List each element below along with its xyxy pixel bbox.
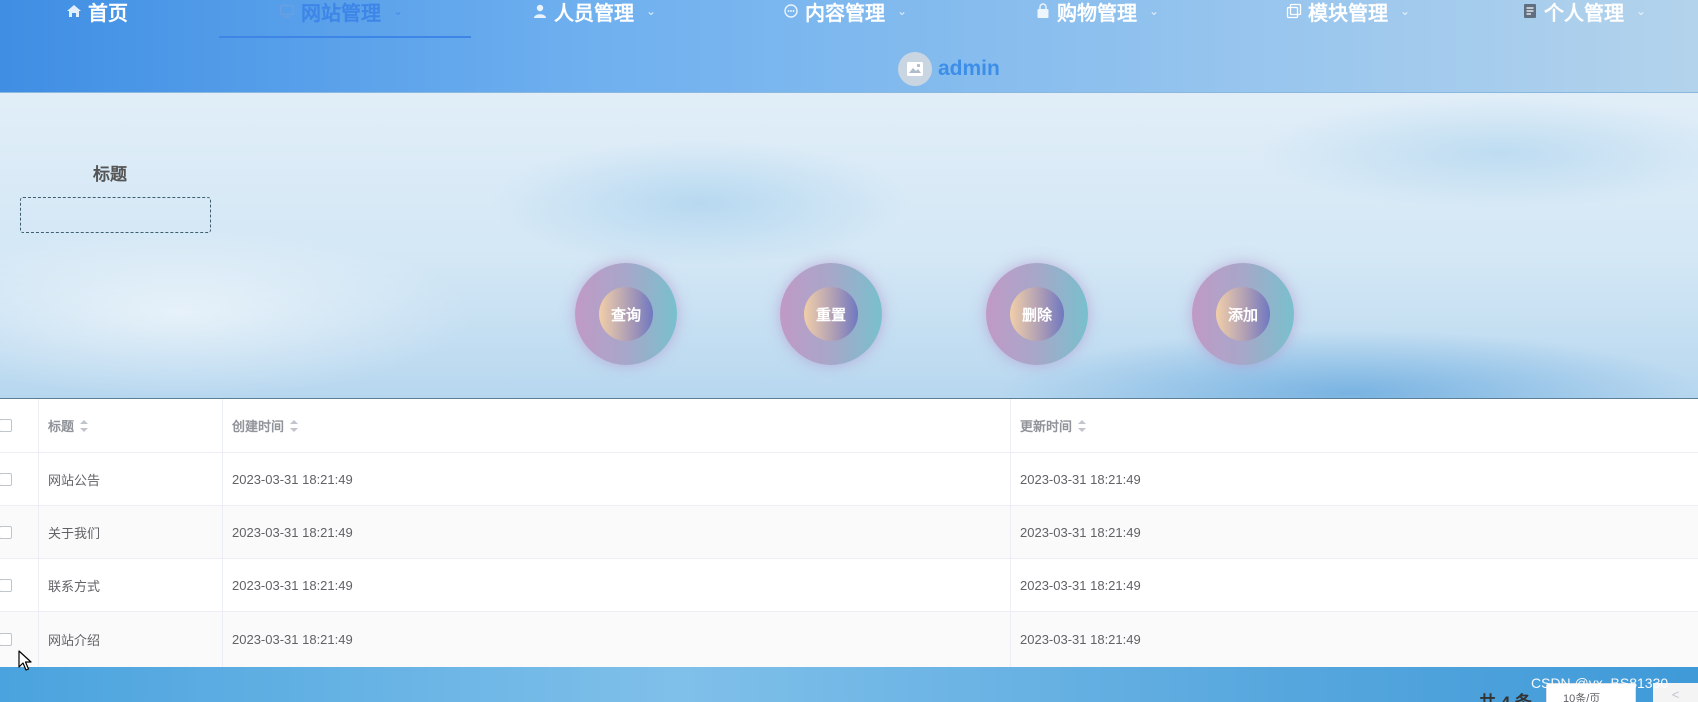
column-header-label: 标题 bbox=[48, 419, 75, 434]
query-button[interactable]: 查询 bbox=[575, 263, 677, 365]
watermark: CSDN @vx_BS81330 bbox=[1531, 675, 1669, 691]
row-checkbox[interactable] bbox=[0, 633, 12, 646]
pagination-bar bbox=[0, 667, 1698, 702]
cell-updated: 2023-03-31 18:21:49 bbox=[1020, 577, 1141, 593]
pagination-total: 共 4 条 bbox=[1479, 688, 1532, 702]
sort-icon[interactable] bbox=[1078, 419, 1087, 432]
cell-updated: 2023-03-31 18:21:49 bbox=[1020, 524, 1141, 540]
table-row[interactable]: 关于我们 2023-03-31 18:21:49 2023-03-31 18:2… bbox=[0, 506, 1698, 559]
add-button-label: 添加 bbox=[1216, 287, 1270, 341]
cell-title: 网站介绍 bbox=[39, 612, 223, 667]
delete-button[interactable]: 删除 bbox=[986, 263, 1088, 365]
mouse-cursor-icon bbox=[18, 650, 32, 671]
top-navbar: 首页 网站管理 ⌄ 人员管理 ⌄ 内容管理 ⌄ 购物管理 ⌄ 模块管理 ⌄ 个人… bbox=[0, 0, 1698, 93]
cell-title: 网站公告 bbox=[39, 453, 223, 505]
monitor-icon bbox=[279, 4, 295, 18]
reset-button[interactable]: 重置 bbox=[780, 263, 882, 365]
cell-updated: 2023-03-31 18:21:49 bbox=[1020, 471, 1141, 487]
user-name: admin bbox=[938, 57, 1000, 80]
document-icon bbox=[1524, 4, 1536, 18]
column-header-title[interactable]: 标题 bbox=[39, 399, 223, 452]
data-table: 标题 创建时间 更新时间 网站公告 2023-03-31 18:21:49 20… bbox=[0, 399, 1698, 667]
user-icon bbox=[534, 4, 546, 18]
table-row[interactable]: 联系方式 2023-03-31 18:21:49 2023-03-31 18:2… bbox=[0, 559, 1698, 612]
cell-title: 联系方式 bbox=[39, 559, 223, 611]
query-button-label: 查询 bbox=[599, 287, 653, 341]
select-cell bbox=[0, 453, 39, 505]
row-checkbox[interactable] bbox=[0, 525, 12, 539]
active-tab-underline bbox=[219, 36, 471, 38]
chevron-down-icon: ⌄ bbox=[1149, 4, 1160, 18]
bag-icon bbox=[1037, 3, 1049, 18]
nav-label: 个人管理 bbox=[1544, 2, 1624, 25]
cell-created: 2023-03-31 18:21:49 bbox=[223, 559, 1011, 611]
nav-label: 内容管理 bbox=[805, 2, 885, 25]
chat-icon bbox=[784, 4, 798, 18]
cell-created: 2023-03-31 18:21:49 bbox=[223, 453, 1011, 505]
image-icon bbox=[907, 62, 923, 76]
user-menu[interactable]: admin bbox=[898, 50, 1000, 88]
delete-button-label: 删除 bbox=[1010, 287, 1064, 341]
nav-item-shopping[interactable]: 购物管理 ⌄ bbox=[1035, 0, 1159, 25]
avatar bbox=[898, 52, 932, 86]
select-all-cell bbox=[0, 399, 39, 452]
cell-created: 2023-03-31 18:21:49 bbox=[223, 612, 1011, 667]
nav-label: 购物管理 bbox=[1057, 2, 1137, 25]
chevron-down-icon: ⌄ bbox=[1400, 4, 1411, 18]
table-row[interactable]: 网站介绍 2023-03-31 18:21:49 2023-03-31 18:2… bbox=[0, 612, 1698, 667]
sort-icon[interactable] bbox=[80, 419, 89, 432]
title-field-label: 标题 bbox=[93, 165, 127, 184]
select-cell bbox=[0, 559, 39, 611]
cell-created: 2023-03-31 18:21:49 bbox=[223, 506, 1011, 558]
select-all-checkbox[interactable] bbox=[0, 419, 12, 432]
select-cell bbox=[0, 506, 39, 558]
search-panel: 标题 查询 重置 删除 添加 bbox=[0, 93, 1698, 399]
table-header-row: 标题 创建时间 更新时间 bbox=[0, 399, 1698, 453]
nav-label: 首页 bbox=[88, 2, 128, 25]
column-header-label: 更新时间 bbox=[1020, 419, 1073, 434]
chevron-down-icon: ⌄ bbox=[1636, 4, 1647, 18]
nav-item-personal[interactable]: 个人管理 ⌄ bbox=[1522, 0, 1646, 25]
cell-title: 关于我们 bbox=[39, 506, 223, 558]
column-header-updated[interactable]: 更新时间 bbox=[1011, 399, 1698, 452]
nav-item-modules[interactable]: 模块管理 ⌄ bbox=[1286, 0, 1410, 25]
column-header-label: 创建时间 bbox=[232, 419, 285, 434]
chevron-down-icon: ⌄ bbox=[897, 4, 908, 18]
nav-item-home[interactable]: 首页 bbox=[66, 0, 128, 25]
chevron-down-icon: ⌄ bbox=[646, 4, 657, 18]
reset-button-label: 重置 bbox=[804, 287, 858, 341]
cell-updated: 2023-03-31 18:21:49 bbox=[1020, 632, 1141, 647]
nav-item-personnel[interactable]: 人员管理 ⌄ bbox=[532, 0, 656, 25]
row-checkbox[interactable] bbox=[0, 472, 12, 486]
table-row[interactable]: 网站公告 2023-03-31 18:21:49 2023-03-31 18:2… bbox=[0, 453, 1698, 506]
nav-item-content[interactable]: 内容管理 ⌄ bbox=[783, 0, 907, 25]
nav-label: 人员管理 bbox=[554, 2, 634, 25]
copy-icon bbox=[1286, 3, 1302, 19]
chevron-down-icon: ⌄ bbox=[393, 4, 404, 18]
nav-label: 网站管理 bbox=[301, 2, 381, 25]
column-header-created[interactable]: 创建时间 bbox=[223, 399, 1011, 452]
nav-label: 模块管理 bbox=[1308, 2, 1388, 25]
row-checkbox[interactable] bbox=[0, 578, 12, 592]
home-icon bbox=[67, 5, 81, 17]
sort-icon[interactable] bbox=[290, 419, 299, 432]
add-button[interactable]: 添加 bbox=[1192, 263, 1294, 365]
nav-item-website[interactable]: 网站管理 ⌄ bbox=[279, 0, 403, 25]
title-input[interactable] bbox=[20, 197, 211, 233]
